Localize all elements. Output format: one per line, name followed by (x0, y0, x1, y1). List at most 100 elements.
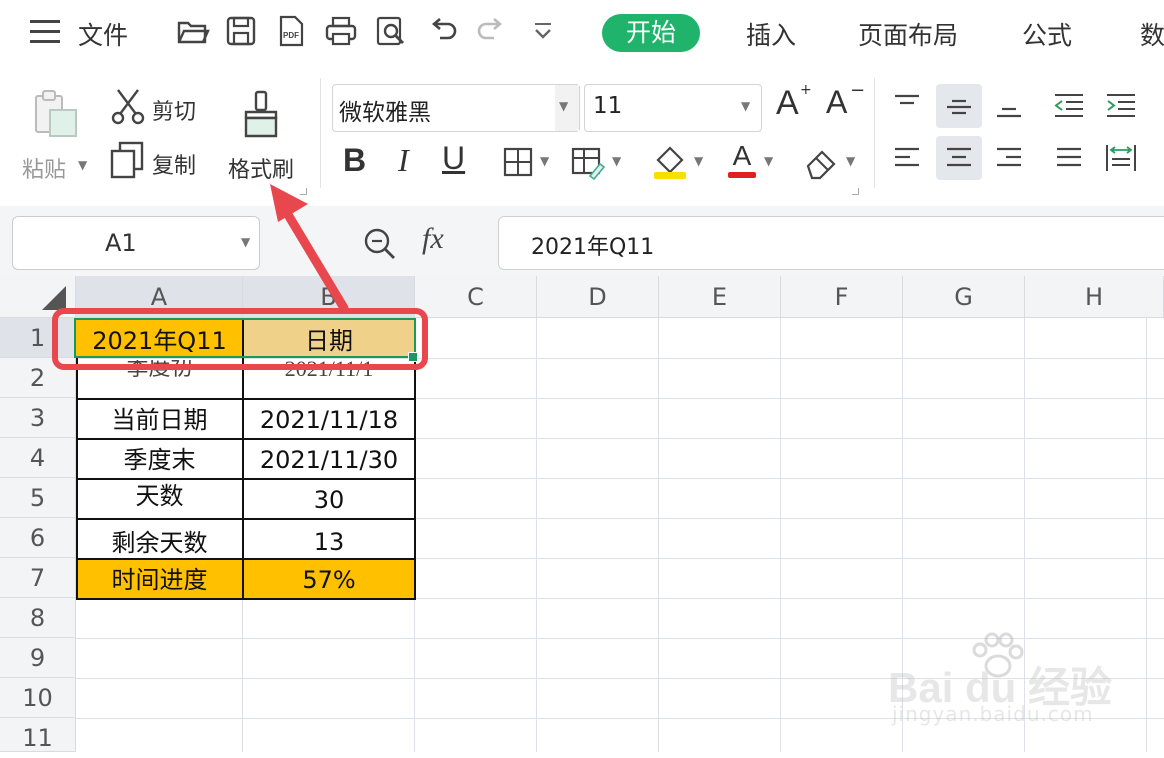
plus-icon: + (800, 82, 812, 98)
align-center-icon[interactable] (936, 136, 982, 180)
copy-icon[interactable] (108, 140, 146, 180)
align-top-icon[interactable] (884, 84, 930, 128)
increase-indent-icon[interactable] (1098, 84, 1144, 128)
tab-insert[interactable]: 插入 (746, 16, 796, 52)
row-header-9[interactable]: 9 (0, 638, 76, 678)
grid-line (780, 318, 781, 752)
chevron-down-icon[interactable]: ▼ (846, 154, 855, 168)
row-header-8[interactable]: 8 (0, 598, 76, 638)
chevron-down-icon[interactable]: ▼ (241, 235, 250, 249)
clear-format-icon[interactable] (804, 146, 840, 180)
grow-font-icon[interactable]: A + (776, 82, 816, 128)
fill-color-icon[interactable] (652, 142, 688, 182)
column-header-e[interactable]: E (659, 276, 781, 318)
italic-button[interactable]: I (398, 142, 409, 179)
insert-function-icon[interactable]: fx (422, 222, 444, 256)
watermark: Bai du 经验 jingyan.baidu.com (888, 630, 1148, 730)
tab-home[interactable]: 开始 (602, 14, 700, 52)
align-right-icon[interactable] (986, 136, 1032, 180)
customize-toolbar-icon[interactable] (526, 14, 560, 48)
bold-button[interactable]: B (343, 142, 366, 179)
table-border (76, 518, 416, 520)
row-header-5[interactable]: 5 (0, 478, 76, 518)
column-header-h[interactable]: H (1025, 276, 1164, 318)
annotation-arrow (270, 184, 349, 313)
font-color-letter: A (732, 140, 752, 171)
print-icon[interactable] (324, 14, 358, 48)
save-icon[interactable] (224, 14, 258, 48)
column-header-c[interactable]: C (415, 276, 537, 318)
grid-line (658, 318, 659, 752)
row-header-7[interactable]: 7 (0, 558, 76, 598)
minus-icon: − (850, 80, 866, 101)
table-border (76, 398, 416, 400)
align-bottom-icon[interactable] (986, 84, 1032, 128)
watermark-url: jingyan.baidu.com (892, 702, 1094, 726)
undo-icon[interactable] (426, 14, 460, 48)
formula-input[interactable]: 2021年Q11 (498, 216, 1164, 270)
format-painter-icon[interactable] (240, 90, 282, 142)
chevron-down-icon[interactable]: ▼ (612, 154, 621, 168)
justify-icon[interactable] (1046, 136, 1092, 180)
column-header-g[interactable]: G (903, 276, 1025, 318)
align-middle-icon[interactable] (936, 84, 982, 128)
annotation-highlight-box (52, 308, 428, 370)
table-border (76, 438, 416, 440)
menu-bar: 文件 PDF 开始 插入 页面布局 公式 数 (0, 0, 1164, 66)
ribbon-separator (874, 78, 875, 188)
column-header-d[interactable]: D (537, 276, 659, 318)
align-left-icon[interactable] (884, 136, 930, 180)
font-size-select[interactable]: 11 ▼ (584, 84, 762, 132)
open-folder-icon[interactable] (176, 14, 210, 48)
column-header-f[interactable]: F (781, 276, 903, 318)
shrink-font-icon[interactable]: A − (826, 80, 866, 128)
file-menu[interactable]: 文件 (78, 16, 128, 52)
tab-formulas[interactable]: 公式 (1022, 16, 1072, 52)
font-group-corner-icon[interactable] (852, 188, 859, 195)
format-painter-label[interactable]: 格式刷 (228, 152, 294, 184)
font-color-button[interactable]: A (728, 140, 756, 180)
decrease-indent-icon[interactable] (1046, 84, 1092, 128)
chevron-down-icon[interactable]: ▼ (540, 154, 549, 168)
shrink-font-letter: A (826, 84, 848, 120)
select-all-triangle-icon (42, 286, 66, 310)
underline-button[interactable]: U (442, 140, 465, 177)
name-box-value: A1 (105, 229, 137, 257)
row-header-6[interactable]: 6 (0, 518, 76, 558)
distributed-align-icon[interactable] (1098, 136, 1144, 180)
font-size-value: 11 (593, 93, 623, 119)
cell-style-icon[interactable] (570, 146, 606, 180)
chevron-down-icon[interactable]: ▼ (741, 99, 750, 113)
copy-label[interactable]: 复制 (152, 148, 196, 180)
ribbon-separator (320, 78, 321, 188)
zoom-icon[interactable] (362, 226, 398, 262)
row-header-3[interactable]: 3 (0, 398, 76, 438)
tab-data[interactable]: 数 (1140, 16, 1164, 52)
borders-icon[interactable] (502, 146, 534, 178)
row-header-11[interactable]: 11 (0, 718, 76, 752)
grid-line (536, 318, 537, 752)
paste-label[interactable]: 粘贴 (22, 152, 66, 184)
row-header-4[interactable]: 4 (0, 438, 76, 478)
print-preview-icon[interactable] (374, 14, 408, 48)
formula-bar: A1 ▼ fx 2021年Q11 (0, 206, 1164, 276)
tab-page-layout[interactable]: 页面布局 (858, 16, 958, 52)
chevron-down-icon[interactable]: ▼ (694, 154, 703, 168)
font-name-value: 微软雅黑 (339, 100, 431, 126)
name-box[interactable]: A1 ▼ (12, 216, 260, 270)
hamburger-menu-icon[interactable] (30, 20, 60, 44)
ribbon-toolbar: 粘贴 ▼ 剪切 复制 格式刷 微软雅黑 ▼ 11 ▼ A + A − B I U… (0, 66, 1164, 206)
chevron-down-icon[interactable]: ▼ (559, 99, 568, 113)
font-name-select[interactable]: 微软雅黑 ▼ (332, 84, 580, 132)
row-header-10[interactable]: 10 (0, 678, 76, 718)
table-border (76, 558, 416, 560)
redo-icon[interactable] (474, 14, 508, 48)
table-border (76, 478, 416, 480)
chevron-down-icon[interactable]: ▼ (764, 154, 773, 168)
grow-font-letter: A (776, 84, 799, 122)
export-pdf-icon[interactable]: PDF (274, 14, 308, 48)
paste-dropdown-icon[interactable]: ▼ (78, 158, 87, 172)
paste-icon[interactable] (32, 88, 80, 140)
cut-label[interactable]: 剪切 (152, 94, 196, 126)
cut-icon[interactable] (108, 86, 148, 126)
